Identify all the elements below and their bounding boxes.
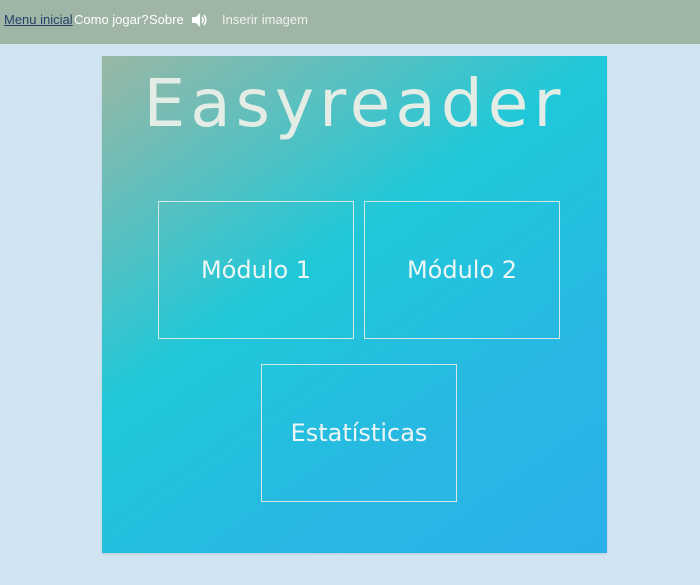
module-1-label: Módulo 1 [200, 256, 312, 284]
main-panel: Easyreader Módulo 1 Módulo 2 Estatística… [102, 56, 607, 553]
nav-sobre[interactable]: Sobre [149, 11, 184, 29]
top-navigation-bar: Menu inicial Como jogar? Sobre Inserir i… [0, 0, 700, 44]
module-1-button[interactable]: Módulo 1 [158, 201, 354, 339]
nav-inserir-imagem[interactable]: Inserir imagem [222, 11, 308, 29]
module-2-label: Módulo 2 [406, 256, 518, 284]
speaker-icon[interactable] [190, 11, 208, 29]
statistics-button[interactable]: Estatísticas [261, 364, 457, 502]
nav-como-jogar[interactable]: Como jogar? [74, 11, 148, 29]
statistics-label: Estatísticas [290, 419, 428, 447]
app-title: Easyreader [143, 65, 566, 142]
nav-menu-inicial[interactable]: Menu inicial [4, 11, 73, 29]
module-2-button[interactable]: Módulo 2 [364, 201, 560, 339]
